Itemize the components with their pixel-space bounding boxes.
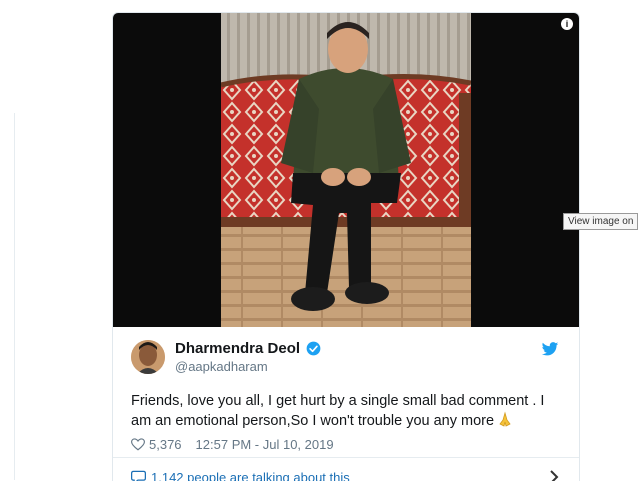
talking-about-text: 1,142 people are talking about this	[151, 470, 350, 481]
verified-badge-icon	[306, 341, 321, 356]
like-count[interactable]: 5,376	[149, 437, 182, 452]
twitter-bird-icon[interactable]	[541, 342, 559, 357]
tweet-text: Friends, love you all, I get hurt by a s…	[131, 391, 563, 433]
timestamp[interactable]: 12:57 PM - Jul 10, 2019	[196, 437, 334, 452]
display-name[interactable]: Dharmendra Deol	[175, 340, 300, 357]
folded-hands-emoji-icon	[497, 411, 513, 433]
tweet-photo[interactable]	[221, 13, 471, 327]
info-icon[interactable]: i	[561, 18, 573, 30]
tweet-media[interactable]: i	[113, 13, 579, 327]
talking-about-link[interactable]: 1,142 people are talking about this	[131, 468, 561, 481]
avatar[interactable]	[131, 340, 165, 374]
speech-bubble-icon	[131, 470, 146, 481]
embedded-tweet-card[interactable]: i Dharmendra Deol @aapkadharam Friends, …	[112, 12, 580, 481]
handle[interactable]: @aapkadharam	[175, 359, 268, 374]
chevron-right-icon	[549, 470, 559, 481]
divider	[113, 457, 579, 458]
tweet-header: Dharmendra Deol @aapkadharam	[131, 338, 561, 378]
tweet-text-body: Friends, love you all, I get hurt by a s…	[131, 393, 544, 429]
heart-icon[interactable]	[131, 438, 145, 451]
left-panel	[0, 113, 15, 480]
tweet-meta-row: 5,376 12:57 PM - Jul 10, 2019	[131, 435, 334, 453]
view-image-tooltip: View image on	[563, 213, 638, 230]
